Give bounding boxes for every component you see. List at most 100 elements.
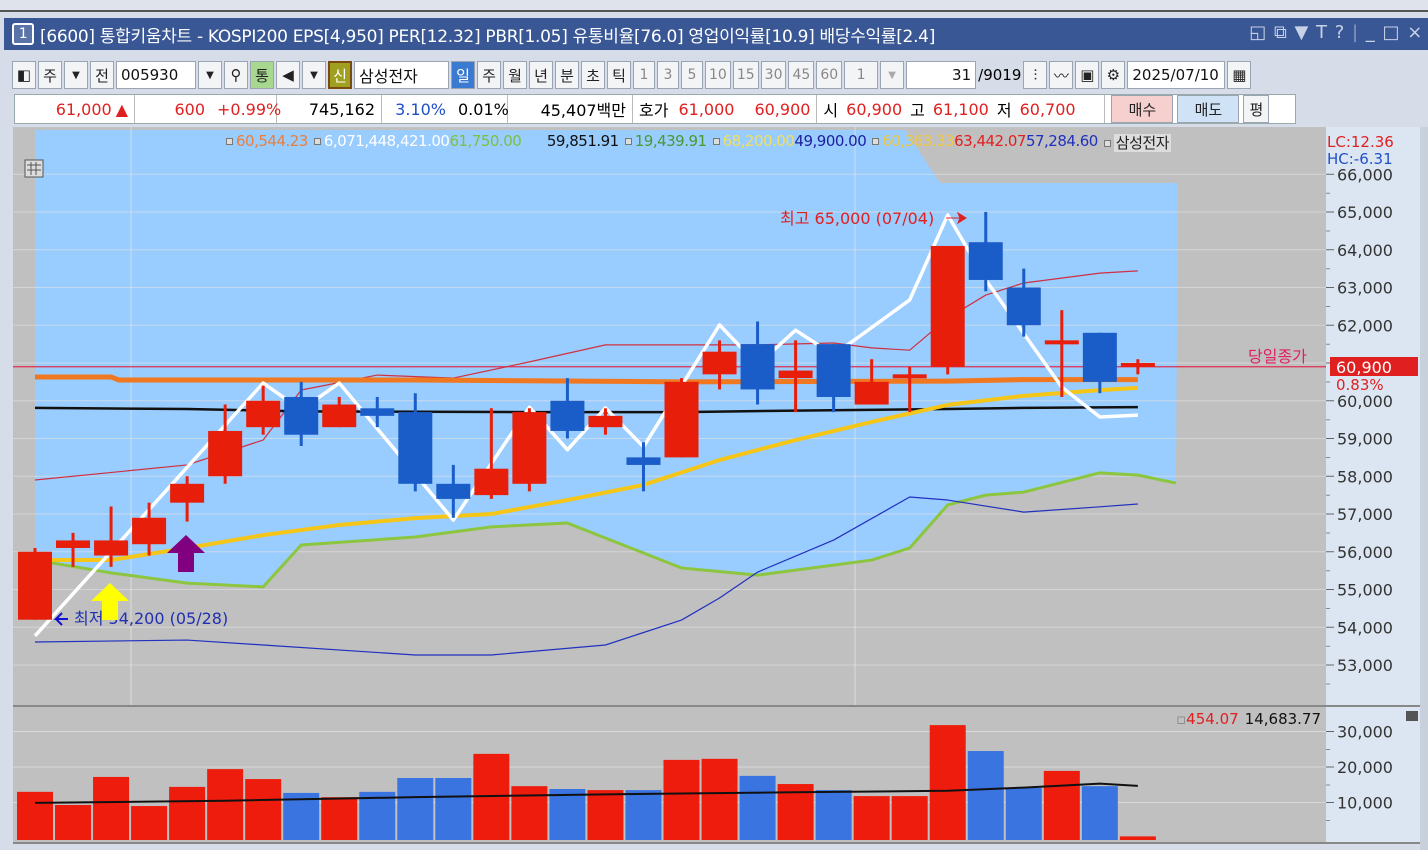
legend-value: 삼성전자 [1113, 134, 1171, 152]
legend-box-icon [313, 138, 321, 145]
legend-item: 63,442.07 [954, 132, 1026, 153]
price-tick-label: 59,000 [1337, 430, 1393, 449]
volume-bar [207, 769, 244, 840]
candle-body [778, 370, 813, 379]
volume-bar [701, 758, 738, 840]
volume-legend: ▫454.07 14,683.77 [1176, 710, 1321, 728]
grid-icon[interactable] [24, 159, 44, 178]
legend-box-icon [1103, 140, 1111, 147]
candle-body [1120, 363, 1155, 367]
candle-body [436, 483, 471, 499]
legend-item: 60,363.33 [866, 132, 955, 153]
legend-box-icon [624, 138, 632, 145]
legend-value: 6,071,448,421.00 [323, 132, 450, 150]
close-line-label: 당일종가 [1248, 347, 1307, 366]
candle-body [968, 242, 1003, 280]
legend-value: 59,851.91 [521, 132, 619, 150]
candle-body [246, 400, 281, 428]
legend-value: 61,750.00 [449, 132, 522, 150]
close-pane-icon[interactable] [1406, 711, 1418, 721]
legend-item: 61,750.00 [449, 132, 521, 153]
volume-bar [891, 796, 928, 840]
volume-bar [321, 797, 358, 840]
indicator-legend: 60,544.23 6,071,448,421.00 61,750.00 59,85… [220, 132, 1171, 153]
volume-bar [397, 778, 434, 840]
legend-value: 60,363.33 [882, 132, 955, 150]
legend-value: 60,544.23 [236, 132, 308, 150]
candle-body [854, 381, 889, 405]
volume-bar [815, 790, 852, 840]
volume-bar [131, 806, 168, 840]
candle-body [664, 381, 699, 458]
volume-tick-label: 20,000 [1337, 758, 1393, 777]
hc-indicator: HC:-6.31 [1327, 150, 1393, 168]
volume-bar [93, 776, 130, 840]
legend-box-icon [712, 138, 720, 145]
volume-bar [967, 751, 1004, 840]
legend-value: 57,284.60 [1025, 132, 1098, 150]
lc-indicator: LC:12.36 [1327, 133, 1394, 151]
volume-bar [245, 779, 282, 840]
volume-bar [663, 759, 700, 840]
stock-chart[interactable]: 66,00065,00064,00063,00062,00061,00060,0… [0, 0, 1428, 850]
candle-body [1044, 340, 1079, 345]
candle-body [398, 412, 433, 484]
price-tick-label: 56,000 [1337, 543, 1393, 562]
volume-tick-label: 10,000 [1337, 794, 1393, 813]
candle-body [550, 400, 585, 431]
volume-bar [55, 804, 92, 840]
volume-bar [587, 790, 624, 840]
candle-body [930, 245, 965, 367]
close-price-tag: 60,900 [1336, 358, 1392, 377]
legend-box-icon [226, 138, 233, 145]
price-tick-label: 54,000 [1337, 618, 1393, 637]
legend-value: 68,200.00 [722, 132, 795, 150]
legend-item: 57,284.60 [1026, 132, 1098, 153]
high-annotation: 최고 65,000 (07/04) [780, 209, 934, 228]
legend-box-icon [872, 138, 880, 145]
candle-body [208, 430, 243, 477]
candle-body [18, 551, 52, 620]
price-tick-label: 57,000 [1337, 505, 1393, 524]
volume-bar [1043, 770, 1080, 840]
candle-body [474, 468, 509, 496]
candle-body [322, 404, 357, 428]
candle-body [588, 415, 623, 428]
volume-bar [929, 725, 966, 840]
volume-bar [739, 775, 776, 840]
volume-bar [511, 786, 548, 840]
legend-item: 삼성전자 [1098, 132, 1171, 153]
price-tick-label: 53,000 [1337, 656, 1393, 675]
candle-body [170, 483, 205, 503]
candle-body [56, 540, 91, 548]
price-tick-label: 64,000 [1337, 241, 1393, 260]
volume-bar [17, 791, 53, 840]
candle-body [94, 540, 129, 556]
price-tick-label: 55,000 [1337, 581, 1393, 600]
legend-item: 60,544.23 [220, 132, 308, 153]
volume-bar [853, 796, 890, 840]
legend-item: 49,900.00 [794, 132, 866, 153]
candle-body [1006, 287, 1041, 326]
volume-bar [1081, 786, 1118, 840]
volume-bar [1005, 787, 1042, 840]
volume-bar [435, 778, 472, 840]
candle-body [740, 344, 775, 390]
volume-legend-ma: 14,683.77 [1245, 710, 1321, 728]
legend-item: 68,200.00 [707, 132, 795, 153]
price-tick-label: 62,000 [1337, 316, 1393, 335]
price-tick-label: 58,000 [1337, 467, 1393, 486]
candle-body [1082, 332, 1117, 382]
candle-body [360, 408, 395, 416]
price-tick-label: 63,000 [1337, 279, 1393, 298]
low-annotation: 최저 54,200 (05/28) [74, 609, 228, 628]
legend-item: 59,851.91 [521, 132, 619, 153]
price-tick-label: 65,000 [1337, 203, 1393, 222]
candle-body [512, 412, 547, 484]
volume-tick-label: 30,000 [1337, 723, 1393, 742]
legend-value: 63,442.07 [954, 132, 1026, 150]
legend-item: 6,071,448,421.00 [308, 132, 450, 153]
candle-body [284, 396, 319, 435]
price-tick-label: 60,000 [1337, 392, 1393, 411]
volume-bar [169, 786, 206, 840]
